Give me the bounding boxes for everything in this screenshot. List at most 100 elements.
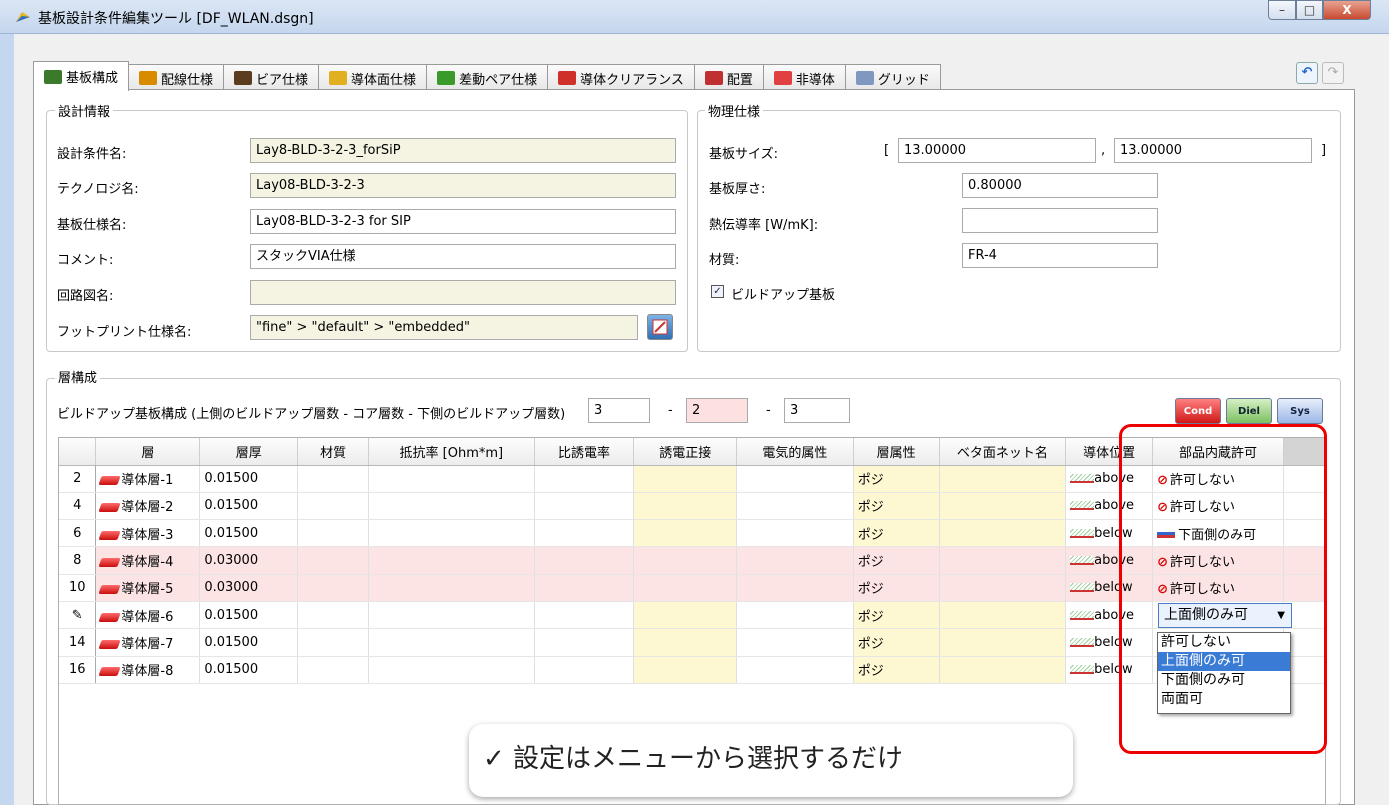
layer-attr-cell[interactable]: ポジ — [853, 465, 940, 493]
schematic-field[interactable] — [250, 280, 676, 305]
row-number[interactable]: 14 — [59, 628, 97, 657]
loss-tangent-cell[interactable] — [633, 601, 738, 630]
resistivity-cell[interactable] — [368, 628, 535, 657]
column-header[interactable]: 層 — [95, 438, 201, 466]
board-spec-field[interactable]: Lay08-BLD-3-2-3 for SIP — [250, 209, 676, 234]
column-header[interactable]: 電気的属性 — [736, 438, 854, 466]
electrical-attr-cell[interactable] — [736, 519, 854, 548]
column-header[interactable]: 材質 — [297, 438, 370, 466]
upper-buildup-field[interactable]: 3 — [588, 398, 650, 423]
resistivity-cell[interactable] — [368, 656, 535, 684]
layer-attr-cell[interactable]: ポジ — [853, 492, 940, 521]
maximize-button[interactable]: □ — [1296, 0, 1323, 20]
permittivity-cell[interactable] — [534, 546, 635, 575]
layer-name-cell[interactable]: 導体層-4 — [95, 546, 201, 575]
material-cell[interactable] — [297, 519, 370, 548]
loss-tangent-cell[interactable] — [633, 492, 738, 521]
row-number[interactable]: 10 — [59, 574, 97, 602]
undo-button[interactable]: ↶ — [1296, 62, 1318, 84]
tab-wiring[interactable]: 配線仕様 — [128, 64, 225, 91]
layer-name-cell[interactable]: 導体層-3 — [95, 519, 201, 548]
row-number[interactable]: ✎ — [59, 601, 97, 630]
electrical-attr-cell[interactable] — [736, 546, 854, 575]
permittivity-cell[interactable] — [534, 628, 635, 657]
row-number[interactable]: 2 — [59, 465, 97, 493]
permittivity-cell[interactable] — [534, 465, 635, 493]
row-number[interactable]: 16 — [59, 656, 97, 684]
tab-layers[interactable]: 基板構成 — [33, 61, 130, 91]
conductivity-field[interactable] — [962, 208, 1158, 233]
cond-button[interactable]: Cond — [1175, 398, 1221, 424]
column-header[interactable]: 抵抗率 [Ohm*m] — [368, 438, 535, 466]
thickness-cell[interactable]: 0.01500 — [199, 628, 299, 657]
row-number[interactable]: 4 — [59, 492, 97, 521]
permittivity-cell[interactable] — [534, 492, 635, 521]
plane-net-cell[interactable] — [939, 465, 1067, 493]
lower-buildup-field[interactable]: 3 — [784, 398, 850, 423]
design-name-field[interactable]: Lay8-BLD-3-2-3_forSiP — [250, 138, 676, 163]
buildup-checkbox[interactable]: ✓ — [711, 285, 724, 298]
column-header[interactable]: 比誘電率 — [534, 438, 635, 466]
plane-net-cell[interactable] — [939, 628, 1067, 657]
tab-nonconductor[interactable]: 非導体 — [762, 64, 846, 91]
redo-button[interactable]: ↷ — [1322, 62, 1344, 84]
minimize-button[interactable]: – — [1268, 0, 1296, 20]
layer-attr-cell[interactable]: ポジ — [853, 628, 940, 657]
layer-name-cell[interactable]: 導体層-7 — [95, 628, 201, 657]
material-cell[interactable] — [297, 546, 370, 575]
loss-tangent-cell[interactable] — [633, 628, 738, 657]
thickness-cell[interactable]: 0.01500 — [199, 492, 299, 521]
loss-tangent-cell[interactable] — [633, 465, 738, 493]
permittivity-cell[interactable] — [534, 656, 635, 684]
plane-net-cell[interactable] — [939, 546, 1067, 575]
permittivity-cell[interactable] — [534, 601, 635, 630]
thickness-cell[interactable]: 0.01500 — [199, 656, 299, 684]
resistivity-cell[interactable] — [368, 465, 535, 493]
thickness-field[interactable]: 0.80000 — [962, 173, 1158, 198]
electrical-attr-cell[interactable] — [736, 465, 854, 493]
loss-tangent-cell[interactable] — [633, 574, 738, 602]
material-cell[interactable] — [297, 601, 370, 630]
thickness-cell[interactable]: 0.01500 — [199, 465, 299, 493]
column-header[interactable]: 誘電正接 — [633, 438, 738, 466]
sys-button[interactable]: Sys — [1277, 398, 1323, 424]
material-field[interactable]: FR-4 — [962, 243, 1158, 268]
comment-field[interactable]: スタックVIA仕様 — [250, 244, 676, 269]
column-header[interactable] — [59, 438, 97, 466]
permittivity-cell[interactable] — [534, 519, 635, 548]
resistivity-cell[interactable] — [368, 492, 535, 521]
electrical-attr-cell[interactable] — [736, 656, 854, 684]
thickness-cell[interactable]: 0.03000 — [199, 546, 299, 575]
resistivity-cell[interactable] — [368, 546, 535, 575]
layer-name-cell[interactable]: 導体層-5 — [95, 574, 201, 602]
layer-attr-cell[interactable]: ポジ — [853, 601, 940, 630]
electrical-attr-cell[interactable] — [736, 628, 854, 657]
electrical-attr-cell[interactable] — [736, 601, 854, 630]
loss-tangent-cell[interactable] — [633, 519, 738, 548]
tab-plane[interactable]: 導体面仕様 — [318, 64, 428, 91]
browse-footprint-button[interactable] — [647, 314, 673, 340]
row-number[interactable]: 6 — [59, 519, 97, 548]
layer-attr-cell[interactable]: ポジ — [853, 519, 940, 548]
tab-diffpair[interactable]: 差動ペア仕様 — [426, 64, 549, 91]
electrical-attr-cell[interactable] — [736, 492, 854, 521]
column-header[interactable]: 層厚 — [199, 438, 299, 466]
loss-tangent-cell[interactable] — [633, 546, 738, 575]
tab-placement[interactable]: 配置 — [693, 64, 764, 91]
material-cell[interactable] — [297, 492, 370, 521]
resistivity-cell[interactable] — [368, 601, 535, 630]
footprint-field[interactable]: "fine" > "default" > "embedded" — [250, 315, 638, 340]
thickness-cell[interactable]: 0.03000 — [199, 574, 299, 602]
material-cell[interactable] — [297, 574, 370, 602]
thickness-cell[interactable]: 0.01500 — [199, 519, 299, 548]
plane-net-cell[interactable] — [939, 574, 1067, 602]
plane-net-cell[interactable] — [939, 601, 1067, 630]
thickness-cell[interactable]: 0.01500 — [199, 601, 299, 630]
technology-field[interactable]: Lay08-BLD-3-2-3 — [250, 173, 676, 198]
resistivity-cell[interactable] — [368, 519, 535, 548]
board-size-x-field[interactable]: 13.00000 — [898, 138, 1096, 163]
layer-attr-cell[interactable]: ポジ — [853, 546, 940, 575]
layer-attr-cell[interactable]: ポジ — [853, 574, 940, 602]
core-layers-field[interactable]: 2 — [686, 398, 748, 423]
layer-name-cell[interactable]: 導体層-2 — [95, 492, 201, 521]
